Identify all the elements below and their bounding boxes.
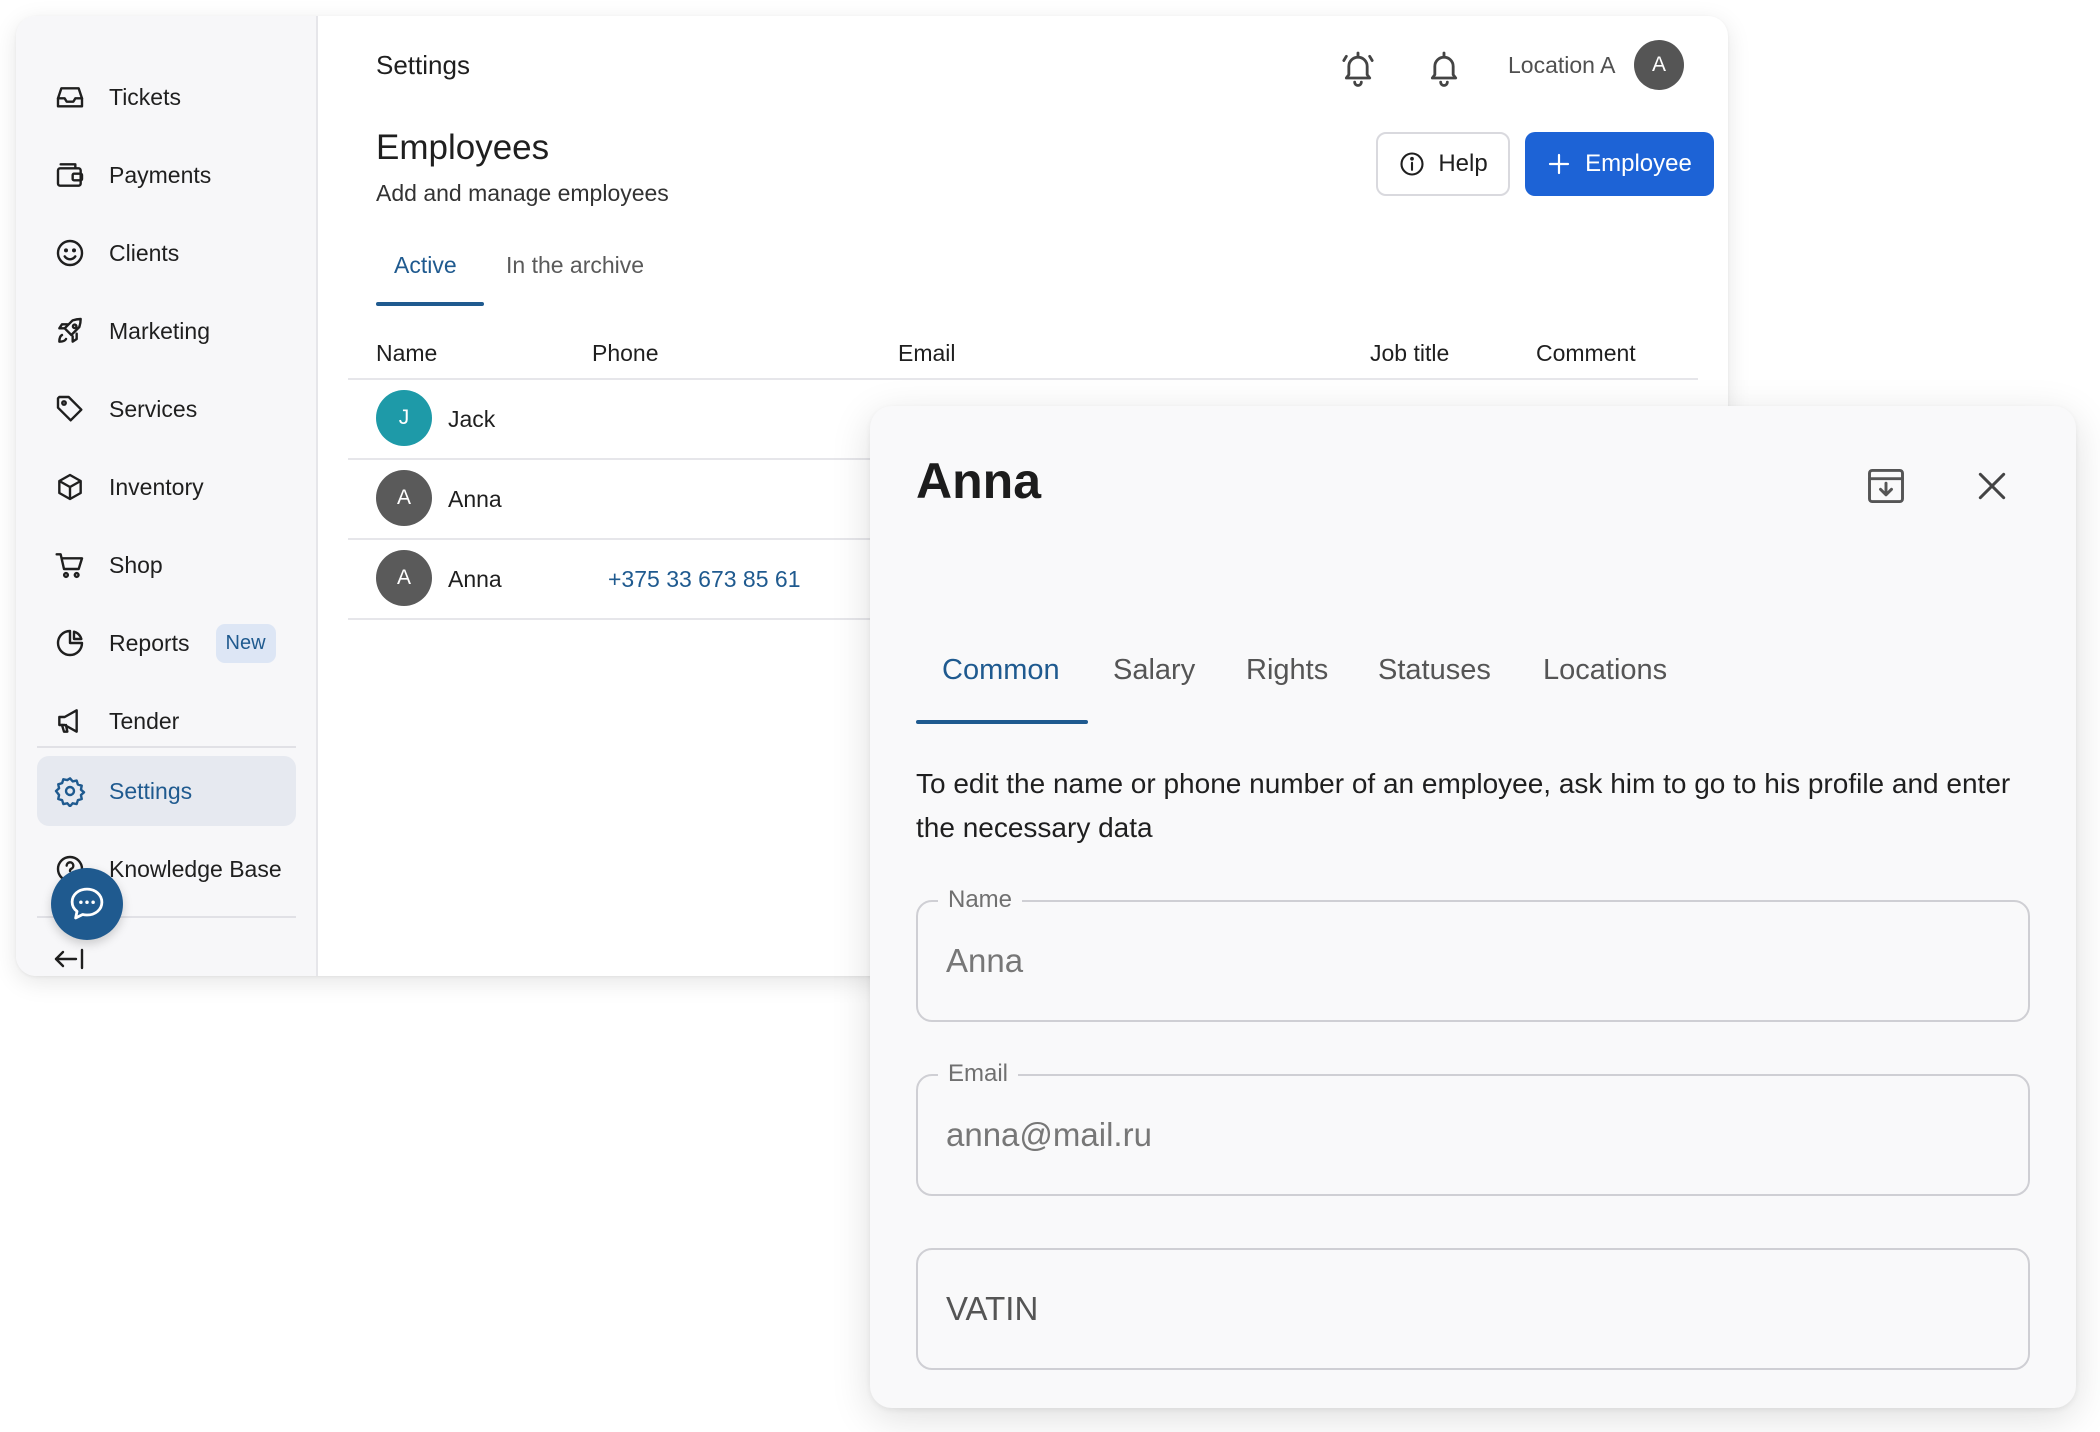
alarm-bell-icon — [1338, 48, 1378, 88]
sidebar-item-label: Tickets — [109, 83, 181, 110]
pie-chart-icon — [53, 626, 87, 660]
cart-icon — [53, 548, 87, 582]
plus-icon — [1547, 152, 1571, 176]
sidebar-item-label: Inventory — [109, 473, 204, 500]
section-subtitle: Add and manage employees — [376, 180, 669, 206]
alarm-bell-button[interactable] — [1336, 46, 1380, 90]
sidebar-item-label: Shop — [109, 551, 163, 578]
sidebar-divider — [37, 746, 296, 748]
rocket-icon — [53, 314, 87, 348]
employee-card-title: Anna — [916, 453, 1041, 509]
info-icon — [1398, 150, 1426, 178]
sidebar-item-payments[interactable]: Payments — [37, 140, 296, 210]
employee-card-panel: Anna Common Salary Rights Statuses Locat… — [870, 406, 2076, 1408]
collapse-sidebar-button[interactable] — [52, 946, 86, 972]
column-header-job-title[interactable]: Job title — [1370, 340, 1449, 367]
sidebar-item-shop[interactable]: Shop — [37, 530, 296, 600]
employee-name: Anna — [448, 566, 502, 592]
section-title: Employees — [376, 128, 550, 167]
column-header-name[interactable]: Name — [376, 340, 437, 367]
notifications-button[interactable] — [1422, 46, 1466, 90]
card-tab-statuses[interactable]: Statuses — [1378, 654, 1491, 687]
sidebar-item-services[interactable]: Services — [37, 374, 296, 444]
sidebar-item-label: Payments — [109, 161, 212, 188]
box-icon — [53, 470, 87, 504]
email-field-value: anna@mail.ru — [946, 1116, 1152, 1153]
bell-icon — [1424, 48, 1464, 88]
sidebar-item-label: Reports — [109, 629, 190, 656]
vatin-input[interactable] — [946, 1250, 2006, 1368]
wallet-icon — [53, 158, 87, 192]
employee-avatar: J — [376, 390, 432, 446]
page-header-title: Settings — [376, 50, 470, 80]
archive-icon — [1864, 464, 1908, 508]
chat-support-button[interactable] — [51, 868, 123, 940]
chat-bubble-icon — [66, 883, 108, 925]
close-icon — [1972, 466, 2012, 506]
smile-icon — [53, 236, 87, 270]
megaphone-icon — [53, 704, 87, 738]
sidebar-item-clients[interactable]: Clients — [37, 218, 296, 288]
help-button[interactable]: Help — [1376, 132, 1510, 196]
inbox-icon — [53, 80, 87, 114]
employee-name: Anna — [448, 486, 502, 512]
column-header-comment[interactable]: Comment — [1536, 340, 1636, 367]
email-field[interactable]: Email anna@mail.ru — [916, 1060, 2030, 1196]
sidebar-item-tickets[interactable]: Tickets — [37, 62, 296, 132]
employee-avatar: A — [376, 470, 432, 526]
add-employee-button[interactable]: Employee — [1525, 132, 1714, 196]
card-tab-common[interactable]: Common — [942, 654, 1060, 687]
card-tab-salary[interactable]: Salary — [1113, 654, 1195, 687]
close-card-button[interactable] — [1966, 460, 2018, 512]
sidebar-item-label: Services — [109, 395, 198, 422]
help-button-label: Help — [1438, 150, 1488, 177]
new-badge: New — [215, 623, 276, 663]
employee-name: Jack — [448, 406, 496, 432]
location-selector[interactable]: Location A — [1508, 52, 1615, 79]
archive-employee-button[interactable] — [1860, 460, 1912, 512]
sidebar-item-label: Clients — [109, 239, 180, 266]
tab-archive[interactable]: In the archive — [506, 252, 644, 279]
active-tab-indicator — [376, 302, 484, 306]
tab-active[interactable]: Active — [394, 252, 457, 279]
arrow-left-bar-icon — [52, 946, 86, 972]
sidebar-item-marketing[interactable]: Marketing — [37, 296, 296, 366]
column-header-email[interactable]: Email — [898, 340, 956, 367]
vatin-field[interactable] — [916, 1248, 2030, 1370]
column-header-phone[interactable]: Phone — [592, 340, 659, 367]
sidebar-item-label: Settings — [109, 777, 193, 804]
card-active-tab-indicator — [916, 720, 1088, 724]
sidebar-item-settings[interactable]: Settings — [37, 756, 296, 826]
sidebar-item-label: Marketing — [109, 317, 210, 344]
sidebar-item-label: Knowledge Base — [109, 855, 282, 882]
edit-hint-text: To edit the name or phone number of an e… — [916, 768, 2011, 843]
name-field-value: Anna — [946, 942, 1024, 979]
gear-icon — [53, 774, 87, 808]
sidebar-item-reports[interactable]: Reports New — [37, 608, 296, 678]
add-employee-label: Employee — [1585, 150, 1692, 177]
employee-avatar: A — [376, 550, 432, 606]
sidebar-item-inventory[interactable]: Inventory — [37, 452, 296, 522]
user-avatar[interactable]: A — [1634, 40, 1684, 90]
employee-phone[interactable]: +375 33 673 85 61 — [608, 566, 801, 593]
card-tab-locations[interactable]: Locations — [1543, 654, 1667, 687]
sidebar: Tickets Payments Clients Marketing Servi — [16, 16, 318, 976]
tag-icon — [53, 392, 87, 426]
sidebar-item-label: Tender — [109, 707, 180, 734]
card-tab-rights[interactable]: Rights — [1246, 654, 1328, 687]
name-field[interactable]: Name Anna — [916, 886, 2030, 1022]
